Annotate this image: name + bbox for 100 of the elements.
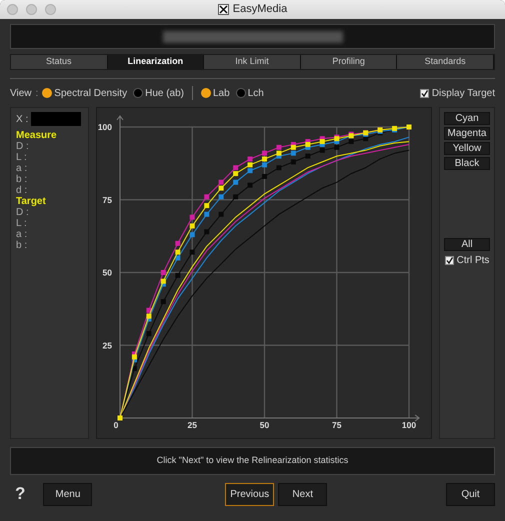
point [160, 278, 166, 284]
radio-label: Lch [248, 86, 264, 100]
point [334, 144, 340, 150]
axis-label: 75 [102, 194, 112, 205]
axis-label: 50 [102, 268, 112, 278]
close-window-icon[interactable] [7, 4, 18, 15]
minimize-window-icon[interactable] [26, 4, 37, 15]
point [190, 232, 195, 238]
x-value-field[interactable] [31, 112, 82, 126]
readout-label: b : [16, 240, 28, 251]
point [305, 142, 310, 147]
point [175, 250, 180, 255]
point [320, 139, 325, 144]
point [146, 331, 152, 336]
radio-button[interactable] [133, 88, 144, 98]
point [248, 168, 253, 174]
point [262, 150, 267, 156]
readout-label: D : [16, 207, 30, 218]
x-app-icon [218, 4, 229, 15]
all-button[interactable]: All [444, 238, 490, 251]
radio-label: Hue (ab) [145, 86, 184, 100]
tab[interactable]: Standards [397, 55, 494, 69]
point [262, 162, 267, 168]
readout-label: a : [16, 229, 28, 240]
point [218, 180, 224, 185]
point [204, 194, 210, 200]
checkbox-label: Display Target [432, 86, 495, 100]
axis-label: 0 [114, 420, 118, 430]
radio-button[interactable] [236, 88, 246, 98]
point [290, 159, 296, 164]
channel-button[interactable]: Magenta [444, 127, 490, 140]
field-label: X : [16, 114, 28, 124]
view-separator: : [36, 86, 38, 100]
view-label: View [10, 86, 32, 100]
axis-label: 100 [98, 122, 112, 132]
tab[interactable]: Ink Limit [204, 55, 301, 69]
point [218, 186, 224, 191]
point [204, 229, 210, 234]
axis-label: 100 [402, 420, 416, 430]
channel-button[interactable]: Cyan [444, 112, 490, 125]
point [233, 165, 238, 170]
point [320, 148, 325, 153]
point [218, 194, 224, 200]
zoom-window-icon[interactable] [45, 4, 56, 15]
point [348, 139, 354, 144]
radio-label: Lab [213, 86, 230, 100]
radio-label: Spectral Density [54, 86, 128, 100]
point [233, 194, 238, 200]
point [190, 214, 195, 220]
point [248, 182, 253, 188]
point [175, 272, 180, 278]
point [146, 314, 152, 319]
point [132, 354, 137, 360]
point [175, 255, 180, 260]
button[interactable]: Quit [446, 482, 496, 506]
help-icon[interactable]: ? [15, 481, 26, 507]
status-message: Click "Next" to view the Relinearization statistics [156, 454, 348, 468]
axis-label: 25 [188, 420, 197, 430]
section-heading: Target [16, 196, 47, 207]
point [160, 270, 166, 275]
section-heading: Measure [16, 130, 58, 141]
tab[interactable]: Status [11, 55, 108, 69]
readout-label: L : [16, 152, 28, 163]
point [190, 223, 195, 228]
tab[interactable]: Profiling [300, 55, 398, 69]
channel-button[interactable]: Black [444, 157, 490, 170]
readout-label: d : [16, 185, 28, 196]
axis-label: 75 [332, 420, 342, 430]
radio-button[interactable] [201, 88, 211, 98]
point [276, 144, 282, 150]
point [276, 150, 282, 156]
window-title: EasyMedia [232, 2, 288, 18]
readout-label: L : [16, 218, 28, 229]
button[interactable]: Next [278, 482, 328, 506]
point [204, 212, 210, 217]
point [262, 174, 267, 179]
point [248, 156, 253, 162]
point [248, 162, 253, 168]
channel-button[interactable]: Yellow [444, 142, 490, 155]
point [204, 203, 210, 208]
point [305, 154, 310, 159]
checkbox[interactable] [444, 256, 454, 265]
point [290, 144, 296, 150]
point [175, 240, 180, 246]
button[interactable]: Previous [225, 482, 274, 506]
point [190, 250, 195, 255]
point [160, 299, 166, 304]
checkbox[interactable] [420, 88, 429, 98]
radio-button[interactable] [42, 88, 52, 98]
point [276, 165, 282, 170]
checkbox-label: Ctrl Pts [456, 254, 490, 268]
readout-label: a : [16, 163, 28, 174]
point [233, 171, 238, 176]
readout-label: D : [16, 141, 30, 152]
tab[interactable]: Linearization [108, 55, 204, 69]
point [262, 156, 267, 162]
point [290, 150, 296, 156]
button[interactable]: Menu [43, 482, 92, 506]
axis-label: 25 [102, 340, 112, 350]
readout-label: b : [16, 174, 28, 185]
